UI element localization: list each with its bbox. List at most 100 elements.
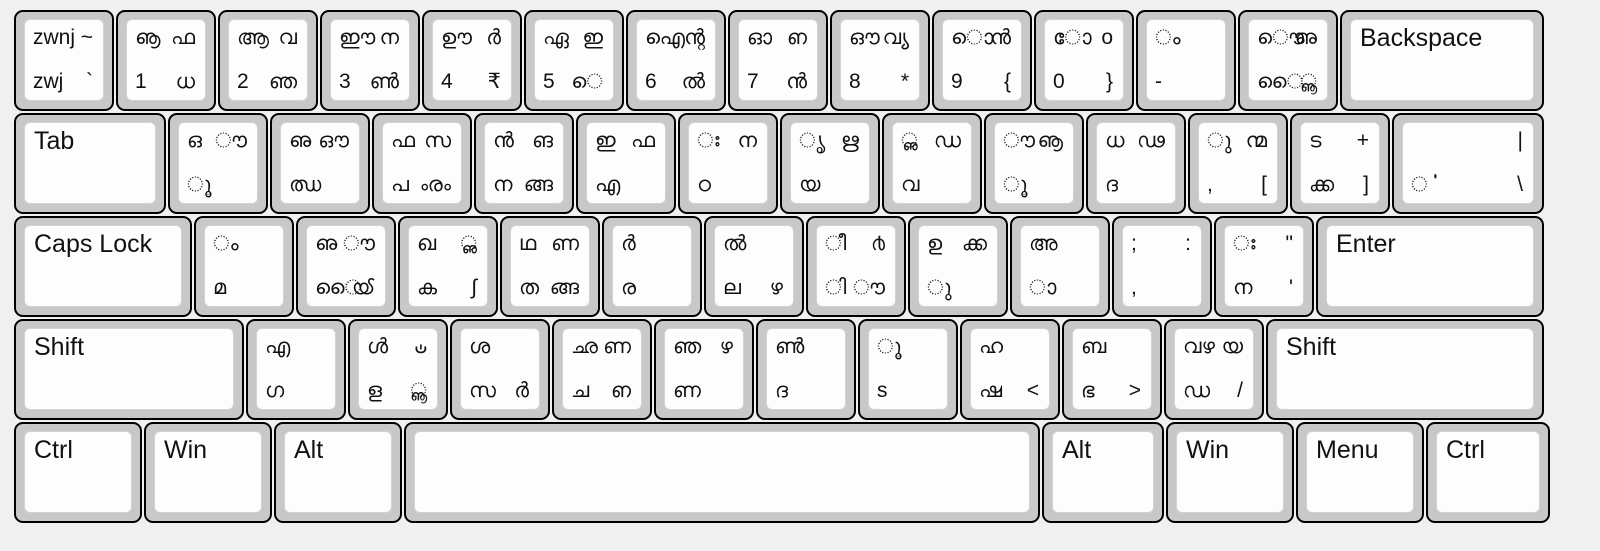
- key-lctrl[interactable]: Ctrl: [14, 422, 142, 523]
- key-s[interactable]: ഌൗൈ ൕ: [296, 216, 396, 317]
- key-d-cap[interactable]: ഖൢ ക ∫: [408, 225, 488, 307]
- key-rctrl-cap[interactable]: Ctrl: [1436, 431, 1540, 513]
- key-b-cap[interactable]: ഞഴണ: [664, 328, 744, 410]
- key-x[interactable]: ൾ ഄ ളൣ: [348, 319, 448, 420]
- key-ralt-cap[interactable]: Alt: [1052, 431, 1154, 513]
- key-5-cap[interactable]: ഏ ഇ 5െ: [534, 19, 614, 101]
- key-space[interactable]: [404, 422, 1040, 523]
- key-c-cap[interactable]: ശസർ: [460, 328, 540, 410]
- key-backslash-cap[interactable]: | ൎ \: [1402, 122, 1534, 204]
- key-capslock-cap[interactable]: Caps Lock: [24, 225, 182, 307]
- key-rshift-cap[interactable]: Shift: [1276, 328, 1534, 410]
- key-q[interactable]: ഒൗൂ: [168, 113, 268, 214]
- key-ralt[interactable]: Alt: [1042, 422, 1164, 523]
- key-z-cap[interactable]: എഗ: [256, 328, 336, 410]
- key-grave[interactable]: zwnj ~ zwj `: [14, 10, 114, 111]
- key-m-cap[interactable]: ൂ s: [868, 328, 948, 410]
- key-semicolon[interactable]: ;:,: [1112, 216, 1212, 317]
- key-slash-cap[interactable]: വഴ യ ഡ /: [1174, 328, 1254, 410]
- key-u-cap[interactable]: ൃ ഋ യ: [790, 122, 870, 204]
- key-lbracket[interactable]: ു ന്മ, [: [1188, 113, 1288, 214]
- key-5[interactable]: ഏ ഇ 5െ: [524, 10, 624, 111]
- key-menu-cap[interactable]: Menu: [1306, 431, 1414, 513]
- key-3[interactable]: ഈന 3ൺ: [320, 10, 420, 111]
- key-2-cap[interactable]: ആവ 2ഞ: [228, 19, 308, 101]
- key-1[interactable]: ൡഫ1 ധ: [116, 10, 216, 111]
- key-lwin[interactable]: Win: [144, 422, 272, 523]
- key-backslash[interactable]: | ൎ \: [1392, 113, 1544, 214]
- key-comma-cap[interactable]: ഹ ഷ <: [970, 328, 1050, 410]
- key-slash[interactable]: വഴ യ ഡ /: [1164, 319, 1264, 420]
- key-0[interactable]: ോ o 0}: [1034, 10, 1134, 111]
- key-g[interactable]: ർര: [602, 216, 702, 317]
- key-b[interactable]: ഞഴണ: [654, 319, 754, 420]
- key-menu[interactable]: Menu: [1296, 422, 1424, 523]
- key-backspace-cap[interactable]: Backspace: [1350, 19, 1534, 101]
- key-6-cap[interactable]: ഐ ന്റ 6 ൽ: [636, 19, 716, 101]
- key-z[interactable]: എഗ: [246, 319, 346, 420]
- key-e-cap[interactable]: ഫസപൟ: [382, 122, 462, 204]
- key-4-cap[interactable]: ഊ ർ 4 ₹: [432, 19, 512, 101]
- key-rctrl[interactable]: Ctrl: [1426, 422, 1550, 523]
- key-l[interactable]: അാ: [1010, 216, 1110, 317]
- key-i-cap[interactable]: ൢ ഡ വ: [892, 122, 972, 204]
- key-u[interactable]: ൃ ഋ യ: [780, 113, 880, 214]
- key-n[interactable]: ൺദ: [756, 319, 856, 420]
- key-2[interactable]: ആവ 2ഞ: [218, 10, 318, 111]
- key-d[interactable]: ഖൢ ക ∫: [398, 216, 498, 317]
- key-p-cap[interactable]: ധഢദ: [1096, 122, 1176, 204]
- key-i[interactable]: ൢ ഡ വ: [882, 113, 982, 214]
- key-j-cap[interactable]: ീ ൪ിൗ: [816, 225, 896, 307]
- key-f[interactable]: ഥ ണ ത ങ്ങ: [500, 216, 600, 317]
- key-comma[interactable]: ഹ ഷ <: [960, 319, 1060, 420]
- key-r-cap[interactable]: ൻ ങ ന ങ്ങ: [484, 122, 564, 204]
- key-8[interactable]: ഔ വ്യ 8 *: [830, 10, 930, 111]
- key-4[interactable]: ഊ ർ 4 ₹: [422, 10, 522, 111]
- key-0-cap[interactable]: ോ o 0}: [1044, 19, 1124, 101]
- key-f-cap[interactable]: ഥ ണ ത ങ്ങ: [510, 225, 590, 307]
- key-h-cap[interactable]: ൽല ഴ: [714, 225, 794, 307]
- key-capslock[interactable]: Caps Lock: [14, 216, 192, 317]
- key-lshift-cap[interactable]: Shift: [24, 328, 234, 410]
- key-grave-cap[interactable]: zwnj ~ zwj `: [24, 19, 104, 101]
- key-lbracket-cap[interactable]: ു ന്മ, [: [1198, 122, 1278, 204]
- key-t[interactable]: ഇഫഎ: [576, 113, 676, 214]
- key-j[interactable]: ീ ൪ിൗ: [806, 216, 906, 317]
- key-rwin-cap[interactable]: Win: [1176, 431, 1284, 513]
- key-minus[interactable]: ം -: [1136, 10, 1236, 111]
- key-9-cap[interactable]: ൊ ൻ 9 {: [942, 19, 1022, 101]
- key-rshift[interactable]: Shift: [1266, 319, 1544, 420]
- key-a[interactable]: ം മ: [194, 216, 294, 317]
- key-r[interactable]: ൻ ങ ന ങ്ങ: [474, 113, 574, 214]
- key-x-cap[interactable]: ൾ ഄ ളൣ: [358, 328, 438, 410]
- key-o-cap[interactable]: ൗ ൡൂ: [994, 122, 1074, 204]
- key-s-cap[interactable]: ഌൗൈ ൕ: [306, 225, 386, 307]
- key-n-cap[interactable]: ൺദ: [766, 328, 846, 410]
- key-tab-cap[interactable]: Tab: [24, 122, 156, 204]
- key-lctrl-cap[interactable]: Ctrl: [24, 431, 132, 513]
- key-7[interactable]: ഓഩ 7 ൻ: [728, 10, 828, 111]
- key-k[interactable]: ഉ ക്കു: [908, 216, 1008, 317]
- key-y[interactable]: ഃ ന ഠ: [678, 113, 778, 214]
- key-equal[interactable]: ൌ ഌൈൣ: [1238, 10, 1338, 111]
- key-v-cap[interactable]: ഛണചഩ: [562, 328, 642, 410]
- key-o[interactable]: ൗ ൡൂ: [984, 113, 1084, 214]
- key-p[interactable]: ധഢദ: [1086, 113, 1186, 214]
- key-rwin[interactable]: Win: [1166, 422, 1294, 523]
- key-period-cap[interactable]: ബ ഭ >: [1072, 328, 1152, 410]
- key-w-cap[interactable]: ഌഔഝ: [280, 122, 360, 204]
- key-3-cap[interactable]: ഈന 3ൺ: [330, 19, 410, 101]
- key-equal-cap[interactable]: ൌ ഌൈൣ: [1248, 19, 1328, 101]
- key-period[interactable]: ബ ഭ >: [1062, 319, 1162, 420]
- key-rbracket-cap[interactable]: ട + ക്ക]: [1300, 122, 1380, 204]
- key-c[interactable]: ശസർ: [450, 319, 550, 420]
- key-a-cap[interactable]: ം മ: [204, 225, 284, 307]
- key-e[interactable]: ഫസപൟ: [372, 113, 472, 214]
- key-quote[interactable]: ഃ " ന ': [1214, 216, 1314, 317]
- key-v[interactable]: ഛണചഩ: [552, 319, 652, 420]
- key-h[interactable]: ൽല ഴ: [704, 216, 804, 317]
- key-l-cap[interactable]: അാ: [1020, 225, 1100, 307]
- key-t-cap[interactable]: ഇഫഎ: [586, 122, 666, 204]
- key-m[interactable]: ൂ s: [858, 319, 958, 420]
- key-y-cap[interactable]: ഃ ന ഠ: [688, 122, 768, 204]
